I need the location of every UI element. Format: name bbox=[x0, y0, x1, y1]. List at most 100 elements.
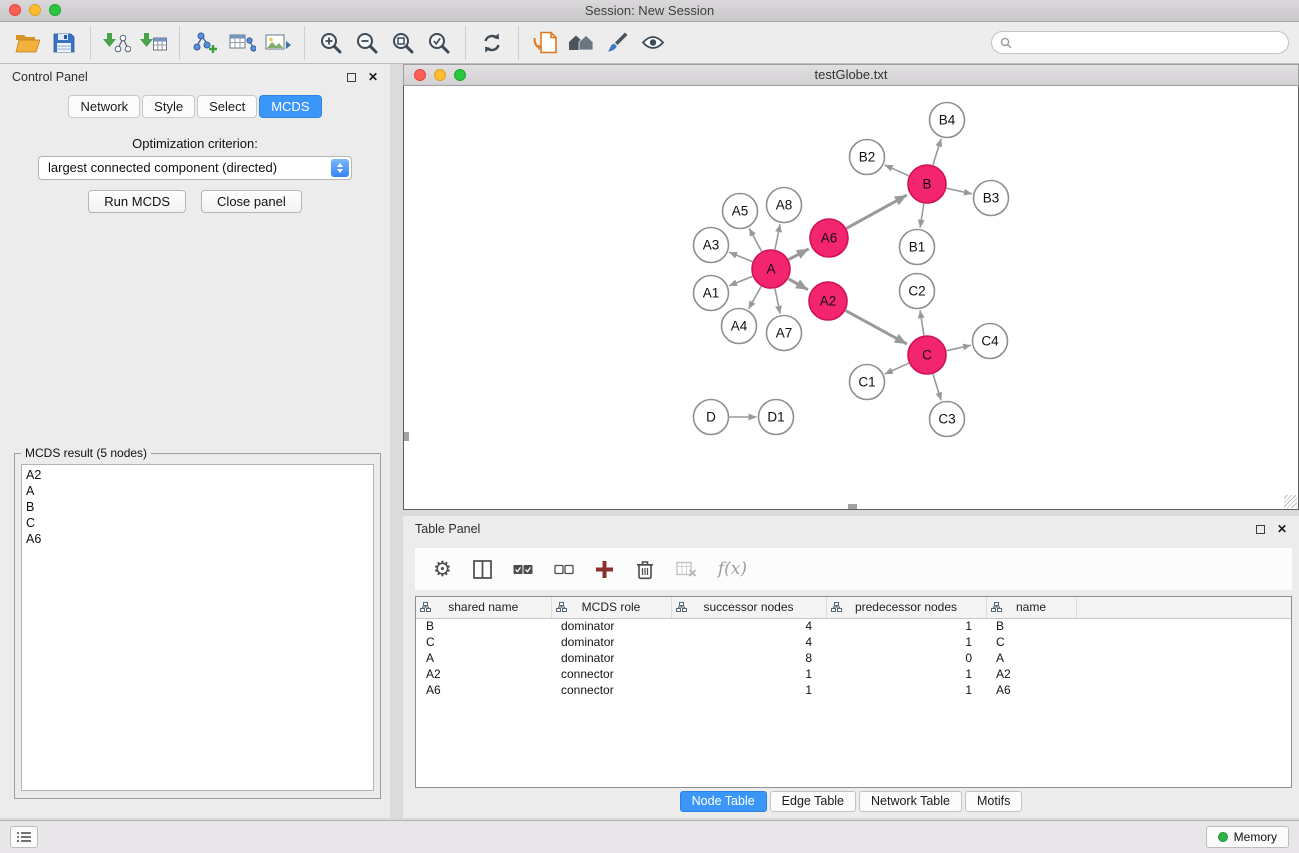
table-row[interactable]: A2connector11A2 bbox=[416, 666, 1291, 682]
edge-C-C2[interactable] bbox=[920, 310, 924, 335]
import-table-button[interactable] bbox=[135, 25, 171, 61]
node-D1[interactable]: D1 bbox=[759, 400, 794, 435]
node-C1[interactable]: C1 bbox=[850, 365, 885, 400]
zoom-in-button[interactable] bbox=[313, 25, 349, 61]
float-panel-icon[interactable] bbox=[347, 73, 356, 82]
mcds-result-item[interactable]: C bbox=[26, 515, 369, 531]
edge-B-B1[interactable] bbox=[920, 204, 924, 228]
tab-edge-table[interactable]: Edge Table bbox=[770, 791, 856, 812]
new-network-button[interactable] bbox=[188, 25, 224, 61]
tab-network-table[interactable]: Network Table bbox=[859, 791, 962, 812]
edge-A-A5[interactable] bbox=[749, 228, 761, 251]
cell-successor-nodes[interactable]: 1 bbox=[671, 682, 826, 698]
network-canvas[interactable]: B4B2BB3A5A8A6A3B1AC2A1A2A4A7C4CC1C3DD1 bbox=[403, 86, 1299, 510]
node-C4[interactable]: C4 bbox=[973, 324, 1008, 359]
node-D[interactable]: D bbox=[694, 400, 729, 435]
node-A8[interactable]: A8 bbox=[767, 188, 802, 223]
edge-B-B3[interactable] bbox=[947, 188, 972, 194]
cell-shared-name[interactable]: C bbox=[416, 634, 551, 650]
bottom-scroll-nub[interactable] bbox=[848, 504, 857, 509]
open-network-file-button[interactable] bbox=[527, 25, 563, 61]
column-header-shared-name[interactable]: shared name bbox=[416, 597, 551, 618]
column-header-predecessor-nodes[interactable]: predecessor nodes bbox=[826, 597, 986, 618]
edge-B-B2[interactable] bbox=[885, 165, 909, 176]
mcds-result-item[interactable]: B bbox=[26, 499, 369, 515]
node-B2[interactable]: B2 bbox=[850, 140, 885, 175]
search-input[interactable] bbox=[1017, 36, 1280, 50]
node-A5[interactable]: A5 bbox=[723, 194, 758, 229]
tab-motifs[interactable]: Motifs bbox=[965, 791, 1022, 812]
cell-name[interactable]: A2 bbox=[986, 666, 1076, 682]
node-A3[interactable]: A3 bbox=[694, 228, 729, 263]
close-panel-button[interactable]: Close panel bbox=[201, 190, 302, 213]
cell-shared-name[interactable]: A2 bbox=[416, 666, 551, 682]
search-box[interactable] bbox=[991, 31, 1289, 54]
refresh-layout-button[interactable] bbox=[474, 25, 510, 61]
table-settings-button[interactable]: ⚙ bbox=[433, 559, 452, 580]
minimize-window-button[interactable] bbox=[29, 4, 41, 16]
node-A4[interactable]: A4 bbox=[722, 309, 757, 344]
show-columns-button[interactable] bbox=[473, 560, 492, 579]
cell-shared-name[interactable]: B bbox=[416, 618, 551, 634]
table-row[interactable]: A6connector11A6 bbox=[416, 682, 1291, 698]
mcds-result-item[interactable]: A bbox=[26, 483, 369, 499]
tab-node-table[interactable]: Node Table bbox=[680, 791, 767, 812]
task-history-button[interactable] bbox=[10, 826, 38, 848]
cell-predecessor-nodes[interactable]: 1 bbox=[826, 618, 986, 634]
node-C[interactable]: C bbox=[908, 336, 946, 374]
left-scroll-nub[interactable] bbox=[404, 432, 409, 441]
cell-successor-nodes[interactable]: 1 bbox=[671, 666, 826, 682]
table-row[interactable]: Adominator80A bbox=[416, 650, 1291, 666]
edge-A-A8[interactable] bbox=[775, 224, 780, 249]
cell-predecessor-nodes[interactable]: 0 bbox=[826, 650, 986, 666]
zoom-fit-button[interactable] bbox=[385, 25, 421, 61]
cell-predecessor-nodes[interactable]: 1 bbox=[826, 634, 986, 650]
column-header-successor-nodes[interactable]: successor nodes bbox=[671, 597, 826, 618]
node-A6[interactable]: A6 bbox=[810, 219, 848, 257]
close-network-button[interactable] bbox=[414, 69, 426, 81]
cell-shared-name[interactable]: A bbox=[416, 650, 551, 666]
resize-grip[interactable] bbox=[1284, 495, 1297, 508]
column-header-name[interactable]: name bbox=[986, 597, 1076, 618]
zoom-network-button[interactable] bbox=[454, 69, 466, 81]
edge-A2-C[interactable] bbox=[846, 311, 907, 344]
function-builder-button[interactable]: f(x) bbox=[718, 559, 747, 579]
delete-table-button[interactable] bbox=[676, 561, 697, 577]
run-mcds-button[interactable]: Run MCDS bbox=[88, 190, 186, 213]
table-row[interactable]: Cdominator41C bbox=[416, 634, 1291, 650]
node-A7[interactable]: A7 bbox=[767, 316, 802, 351]
minimize-network-button[interactable] bbox=[434, 69, 446, 81]
show-hide-button[interactable] bbox=[635, 25, 671, 61]
node-A[interactable]: A bbox=[752, 250, 790, 288]
cell-name[interactable]: A6 bbox=[986, 682, 1076, 698]
node-C3[interactable]: C3 bbox=[930, 402, 965, 437]
close-table-panel-icon[interactable]: ✕ bbox=[1277, 523, 1287, 535]
edge-A-A1[interactable] bbox=[729, 276, 752, 285]
mcds-result-list[interactable]: A2ABCA6 bbox=[21, 464, 374, 791]
cell-mcds-role[interactable]: connector bbox=[551, 682, 671, 698]
tab-style[interactable]: Style bbox=[142, 95, 195, 118]
cell-mcds-role[interactable]: dominator bbox=[551, 634, 671, 650]
node-B4[interactable]: B4 bbox=[930, 103, 965, 138]
deselect-all-button[interactable] bbox=[554, 562, 574, 577]
save-session-button[interactable] bbox=[46, 25, 82, 61]
zoom-selected-button[interactable] bbox=[421, 25, 457, 61]
mcds-result-item[interactable]: A6 bbox=[26, 531, 369, 547]
memory-button[interactable]: Memory bbox=[1206, 826, 1289, 848]
edge-A6-B[interactable] bbox=[847, 195, 907, 228]
close-panel-icon[interactable]: ✕ bbox=[368, 71, 378, 83]
create-column-button[interactable] bbox=[595, 560, 614, 579]
select-all-button[interactable] bbox=[513, 562, 533, 577]
cell-successor-nodes[interactable]: 4 bbox=[671, 618, 826, 634]
edge-A-A6[interactable] bbox=[789, 249, 809, 260]
node-B3[interactable]: B3 bbox=[974, 181, 1009, 216]
node-A2[interactable]: A2 bbox=[809, 282, 847, 320]
edge-A-A4[interactable] bbox=[749, 286, 762, 309]
cell-name[interactable]: A bbox=[986, 650, 1076, 666]
cell-successor-nodes[interactable]: 4 bbox=[671, 634, 826, 650]
zoom-out-button[interactable] bbox=[349, 25, 385, 61]
node-B1[interactable]: B1 bbox=[900, 230, 935, 265]
edge-A-A3[interactable] bbox=[729, 252, 752, 261]
node-B[interactable]: B bbox=[908, 165, 946, 203]
new-network-table-button[interactable] bbox=[224, 25, 260, 61]
